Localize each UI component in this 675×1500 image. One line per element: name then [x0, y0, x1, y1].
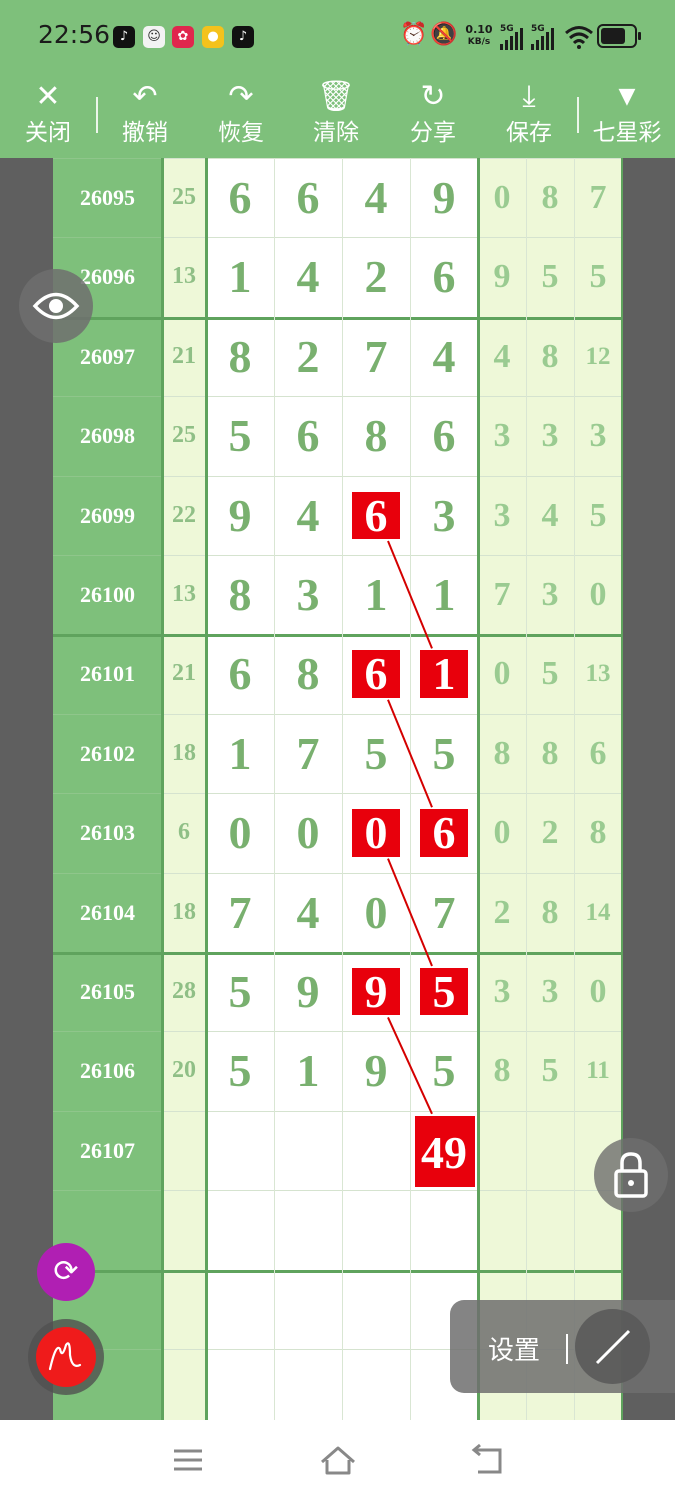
connector-line	[387, 858, 433, 967]
connector-line	[387, 1016, 433, 1115]
wifi-icon	[565, 26, 593, 49]
red-app-icon: ✿	[172, 26, 194, 48]
lottery-select-button[interactable]: ▼ 七星彩	[582, 75, 672, 158]
eye-icon	[32, 292, 80, 320]
battery-icon	[597, 24, 641, 48]
refresh-button[interactable]: ⟳	[37, 1243, 95, 1301]
settings-divider	[566, 1334, 568, 1364]
pen-button-ring	[28, 1319, 104, 1395]
signal-icon-1: 5G	[500, 24, 526, 50]
refresh-icon: ⟳	[53, 1254, 79, 1289]
pen-icon	[48, 1342, 82, 1371]
settings-button[interactable]: 设置	[488, 1330, 540, 1367]
toolbar-divider-2	[577, 97, 579, 133]
redo-icon: ↷	[228, 79, 254, 114]
home-icon[interactable]	[318, 1440, 358, 1480]
line-tool-icon	[595, 1329, 631, 1365]
connector-layer	[387, 540, 433, 1115]
lottery-trend-chart[interactable]: 26095 25 6 6 4 9 0 8 7 26096 13 1 4 2 6 9 5 5 26097 21 8 2 7 4 4…	[53, 158, 623, 1420]
yellow-app-icon: ●	[202, 26, 224, 48]
lock-icon	[614, 1152, 648, 1198]
avatar-app-icon: ☺	[143, 26, 165, 48]
pen-button[interactable]	[36, 1327, 96, 1387]
save-button[interactable]: ⤓ 保存	[484, 75, 574, 158]
dropdown-triangle-icon: ▼	[618, 84, 636, 109]
share-icon: ↻	[420, 79, 446, 114]
tiktok-app-icon-2: ♪	[232, 26, 254, 48]
clear-button[interactable]: 🗑 清除	[291, 75, 381, 158]
toolbar-divider	[96, 97, 98, 133]
toolbar: ✕ 关闭 ↶ 撤销 ↷ 恢复 🗑 清除 ↻ 分享 ⤓ 保存 ▼ 七星彩	[0, 75, 675, 158]
back-icon[interactable]	[468, 1440, 508, 1480]
alarm-icon: ⏰	[400, 22, 428, 47]
mute-bell-icon: 🔕	[430, 22, 458, 47]
close-icon: ✕	[35, 79, 61, 114]
connector-line	[387, 540, 433, 649]
status-bar: 22:56 ♪ ☺ ✿ ● ♪ ⏰ 🔕 0.10 KB/s 5G 5G	[0, 0, 675, 75]
toggle-visibility-button[interactable]	[19, 269, 93, 343]
status-time: 22:56	[38, 20, 111, 49]
undo-button[interactable]: ↶ 撤销	[100, 75, 190, 158]
download-icon: ⤓	[522, 79, 536, 114]
close-button[interactable]: ✕ 关闭	[3, 75, 93, 158]
tiktok-app-icon: ♪	[113, 26, 135, 48]
menu-icon[interactable]	[168, 1440, 208, 1480]
settings-panel: 设置	[450, 1300, 675, 1393]
connector-line	[387, 699, 433, 808]
net-speed: 0.10 KB/s	[465, 23, 493, 48]
lock-button[interactable]	[594, 1138, 668, 1212]
undo-icon: ↶	[132, 79, 158, 114]
trash-icon: 🗑	[316, 79, 356, 114]
redo-button[interactable]: ↷ 恢复	[196, 75, 286, 158]
signal-icon-2: 5G	[531, 24, 557, 50]
line-tool-button[interactable]	[575, 1309, 650, 1384]
system-nav-bar	[0, 1420, 675, 1500]
share-button[interactable]: ↻ 分享	[388, 75, 478, 158]
